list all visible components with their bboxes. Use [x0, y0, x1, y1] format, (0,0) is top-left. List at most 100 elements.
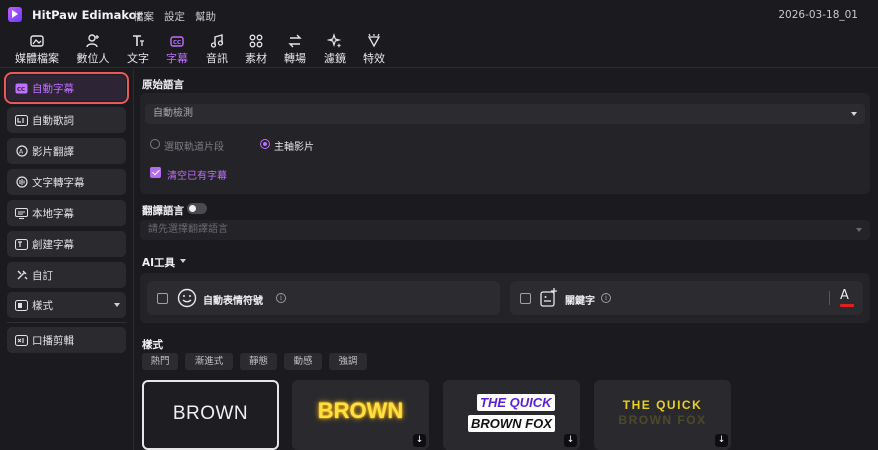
- divider: [829, 291, 830, 305]
- download-icon[interactable]: ↓: [715, 434, 728, 447]
- tab-dynamic[interactable]: 動感: [284, 353, 322, 370]
- tool-transition[interactable]: 轉場: [273, 32, 317, 66]
- effects-icon: [367, 33, 381, 48]
- translation-toggle[interactable]: [187, 203, 207, 214]
- radio-main-video[interactable]: [260, 139, 270, 149]
- tool-filter[interactable]: 濾鏡: [313, 32, 357, 66]
- assets-icon: [249, 34, 263, 48]
- create-subtitle-icon: [15, 238, 28, 251]
- radio-main-video-label: 主軸影片: [274, 142, 314, 153]
- title-bar: HitPaw Edimakor 檔案 設定 幫助 2026-03-18_01: [0, 0, 878, 30]
- radio-track-segment-label: 選取軌道片段: [164, 142, 224, 153]
- sidebar-item-label: 影片翻譯: [32, 145, 74, 158]
- download-icon[interactable]: ↓: [413, 434, 426, 447]
- style-preset-glow[interactable]: BROWN ↓: [292, 380, 429, 450]
- main-toolbar: 媒體檔案 數位人 文字 CC 字幕 音訊 素材 轉場 濾鏡 特效: [0, 30, 878, 68]
- sidebar-item-label: 自動歌詞: [32, 114, 74, 127]
- svg-text:CC: CC: [173, 40, 181, 46]
- menu-file[interactable]: 檔案: [133, 9, 154, 24]
- sidebar-item-auto-subtitle[interactable]: CC 自動字幕: [4, 72, 129, 104]
- sidebar-item-style[interactable]: 樣式: [7, 292, 126, 318]
- auto-emoji-card: 自動表情符號 i: [147, 281, 500, 315]
- tab-static[interactable]: 靜態: [240, 353, 277, 370]
- sidebar-item-label: 口播剪輯: [32, 334, 74, 347]
- keyword-label: 關鍵字: [565, 296, 595, 307]
- smiley-icon: [177, 288, 197, 308]
- sidebar-item-label: 本地字幕: [32, 207, 74, 220]
- tool-assets[interactable]: 素材: [234, 32, 278, 66]
- keyword-checkbox[interactable]: [520, 293, 531, 304]
- clear-existing-checkbox[interactable]: [150, 167, 161, 178]
- sidebar-item-custom[interactable]: 自訂: [7, 262, 126, 288]
- speech-edit-icon: [15, 334, 28, 347]
- tool-audio[interactable]: 音訊: [195, 32, 239, 66]
- app-logo-icon: [8, 7, 22, 22]
- font-color-swatch: [840, 304, 854, 307]
- subtitle-icon: CC: [170, 36, 184, 47]
- tool-label: 特效: [363, 52, 385, 65]
- tab-popular[interactable]: 熱門: [142, 353, 178, 370]
- transition-icon: [288, 34, 302, 48]
- radio-track-segment[interactable]: [150, 139, 160, 149]
- menu-settings[interactable]: 設定: [164, 9, 185, 24]
- translation-language-select[interactable]: 請先選擇翻譯語言: [140, 220, 870, 240]
- tab-emphasis[interactable]: 強調: [329, 353, 367, 370]
- sidebar-item-create-subtitle[interactable]: 創建字幕: [7, 231, 126, 257]
- style-preset-boxed[interactable]: THE QUICK BROWN FOX ↓: [443, 380, 580, 450]
- svg-text:CC: CC: [17, 87, 25, 93]
- tool-digital-human[interactable]: 數位人: [71, 32, 115, 66]
- sidebar-item-text-to-subtitle[interactable]: 文字轉字幕: [7, 169, 126, 195]
- clear-existing-label: 清空已有字幕: [167, 171, 227, 182]
- subtitle-sidebar: CC 自動字幕 自動歌詞 A 影片翻譯 文字轉字幕 本地字幕 創建字幕 自訂 樣…: [0, 69, 134, 450]
- info-icon[interactable]: i: [276, 293, 286, 303]
- preset-text-line2: BROWN FOX: [468, 415, 555, 432]
- text-icon: [133, 35, 144, 46]
- project-name: 2026-03-18_01: [778, 9, 858, 21]
- preset-text: BROWN: [172, 403, 249, 424]
- tool-text[interactable]: 文字: [116, 32, 160, 66]
- tool-label: 字幕: [166, 52, 188, 65]
- preset-text-line2: BROWN FOX: [618, 413, 707, 427]
- preset-text: THE QUICK: [477, 394, 555, 411]
- chevron-down-icon[interactable]: [180, 259, 186, 263]
- audio-icon: [210, 34, 224, 48]
- keyword-icon: [540, 288, 557, 307]
- source-language-select[interactable]: 自動檢測: [145, 104, 865, 124]
- style-preset-plain[interactable]: BROWN: [142, 380, 279, 450]
- avatar-add-icon: [86, 34, 99, 48]
- sidebar-divider: [7, 322, 126, 323]
- sidebar-item-auto-lyrics[interactable]: 自動歌詞: [7, 107, 126, 133]
- source-language-value: 自動檢測: [153, 108, 193, 119]
- style-icon: [15, 299, 28, 312]
- tab-progressive[interactable]: 漸進式: [185, 353, 233, 370]
- filter-icon: [327, 33, 342, 48]
- media-icon: [30, 35, 44, 47]
- app-name: HitPaw Edimakor: [32, 8, 143, 22]
- sidebar-item-label: 文字轉字幕: [32, 176, 85, 189]
- menu-help[interactable]: 幫助: [195, 9, 216, 24]
- cc-icon: CC: [15, 82, 28, 95]
- font-color-icon[interactable]: A: [840, 288, 849, 303]
- styles-title: 樣式: [142, 339, 163, 351]
- auto-emoji-label: 自動表情符號: [203, 296, 263, 307]
- auto-emoji-checkbox[interactable]: [157, 293, 168, 304]
- auto-subtitle-panel: 原始語言 自動檢測 選取軌道片段 主軸影片 清空已有字幕 翻譯語言 請先選擇翻譯…: [135, 69, 878, 450]
- chevron-down-icon: [114, 303, 120, 307]
- sidebar-item-speech-edit[interactable]: 口播剪輯: [7, 327, 126, 353]
- local-subtitle-icon: [15, 207, 28, 220]
- tool-label: 濾鏡: [324, 52, 346, 65]
- sidebar-item-video-translate[interactable]: A 影片翻譯: [7, 138, 126, 164]
- info-icon[interactable]: i: [601, 293, 611, 303]
- sidebar-item-local-subtitle[interactable]: 本地字幕: [7, 200, 126, 226]
- translation-placeholder: 請先選擇翻譯語言: [148, 224, 228, 235]
- tool-label: 轉場: [284, 52, 306, 65]
- tool-subtitle[interactable]: CC 字幕: [155, 32, 199, 66]
- tool-effects[interactable]: 特效: [352, 32, 396, 66]
- style-preset-two-tone[interactable]: THE QUICK BROWN FOX ↓: [594, 380, 731, 450]
- download-icon[interactable]: ↓: [564, 434, 577, 447]
- custom-icon: [15, 269, 28, 282]
- tool-media[interactable]: 媒體檔案: [15, 32, 59, 66]
- tool-label: 素材: [245, 52, 267, 65]
- lyrics-icon: [15, 114, 28, 127]
- svg-text:A: A: [19, 149, 24, 156]
